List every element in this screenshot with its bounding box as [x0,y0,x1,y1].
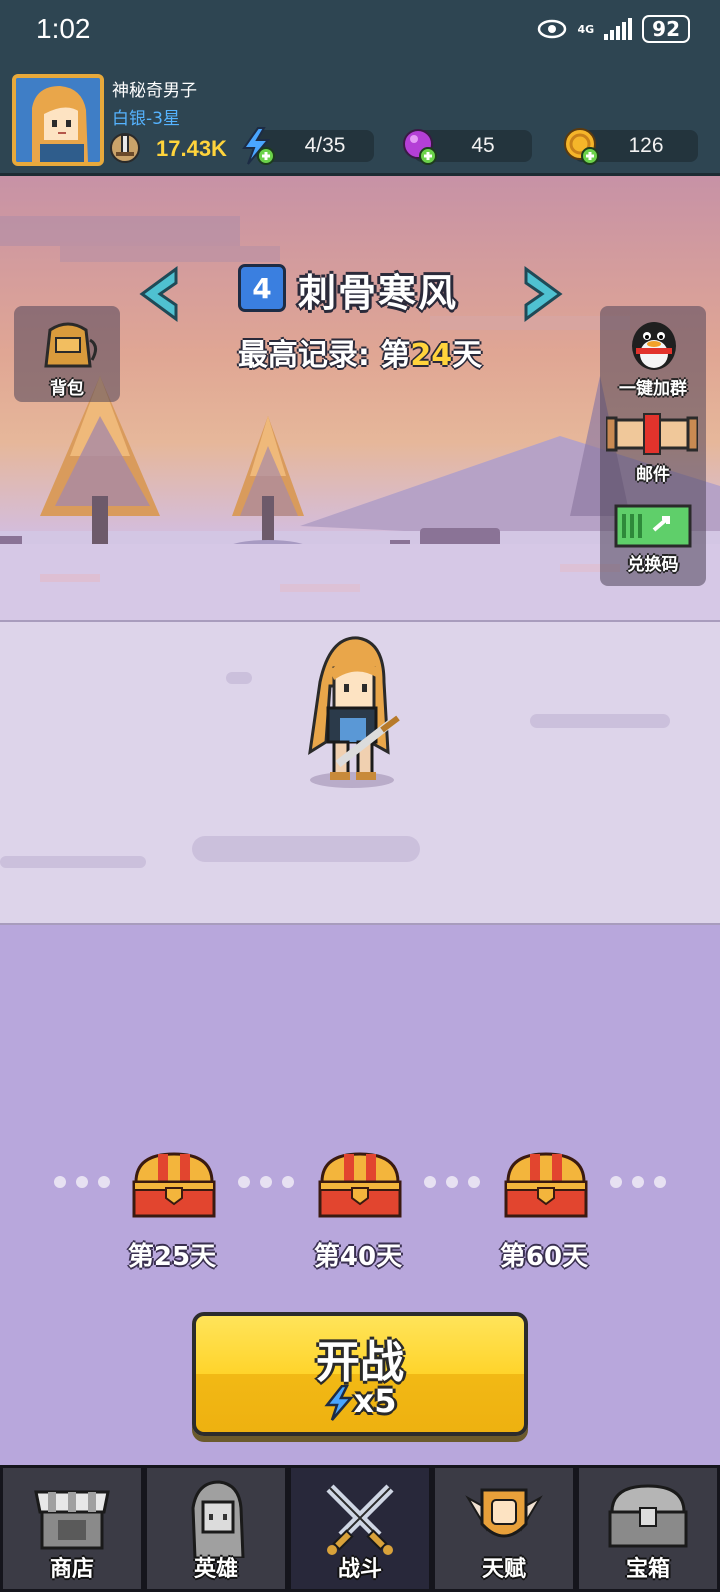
tab-talent[interactable]: 天赋 [432,1465,576,1592]
talent-fist-icon [465,1488,543,1538]
redeem-code-label: 兑换码 [627,555,679,575]
mail-label: 邮件 [636,465,670,485]
next-stage-arrow-icon[interactable] [522,265,566,323]
chest-day-label: 第25天 [127,1242,217,1272]
start-battle-button[interactable]: 开战 x5 [192,1312,528,1436]
coin-value: 126 [628,134,664,157]
tab-talent-label: 天赋 [481,1557,526,1582]
player-avatar[interactable] [12,74,104,166]
mail-scroll-icon [606,413,698,455]
player-header: 神秘奇男子 白银-3星 17.43K 4/35 45 126 [0,58,720,176]
hero-icon [191,1480,245,1558]
tab-shop-label: 商店 [49,1557,94,1582]
battery-indicator: 92 [642,15,690,43]
progress-dots [424,1176,480,1188]
chest-day-label: 第60天 [499,1242,589,1272]
start-battle-cost: x5 [196,1382,524,1421]
battlefield-illustration [0,636,670,868]
crossed-swords-icon [326,1484,394,1555]
energy-icon [323,1384,354,1421]
status-icons: 4G 92 [537,15,690,43]
gem-value: 45 [471,134,495,157]
shop-icon [34,1490,110,1550]
status-time: 1:02 [36,13,91,44]
tab-chest[interactable]: 宝箱 [576,1465,720,1592]
backpack-icon [44,322,97,368]
hero-character [308,636,400,788]
backpack-label: 背包 [50,379,84,399]
player-rank: 白银-3星 [112,109,180,129]
player-name: 神秘奇男子 [112,81,197,101]
reward-chest-icon[interactable] [496,1148,596,1220]
network-type: 4G [577,22,595,36]
mail-button[interactable]: 邮件 [600,410,706,490]
backpack-button[interactable]: 背包 [14,306,120,402]
gem-plus-icon[interactable] [400,126,440,166]
progress-dots [238,1176,294,1188]
chest-icon [608,1484,688,1548]
tab-hero[interactable]: 英雄 [144,1465,288,1592]
redeem-ticket-icon [614,504,692,548]
tab-shop[interactable]: 商店 [0,1465,144,1592]
tab-chest-label: 宝箱 [625,1557,670,1582]
start-battle-label: 开战 [316,1337,404,1388]
battlefield [0,620,720,925]
tab-battle[interactable]: 战斗 [288,1465,432,1592]
progress-dots [54,1176,110,1188]
reward-chest-icon[interactable] [124,1148,224,1220]
stage-name: 刺骨寒风 [298,271,459,315]
redeem-code-button[interactable]: 兑换码 [600,500,706,584]
reward-chest-icon[interactable] [310,1148,410,1220]
energy-value: 4/35 [304,134,346,157]
coin-plus-icon[interactable] [562,126,602,166]
signal-icon [604,18,633,40]
energy-plus-icon[interactable] [238,126,276,166]
chest-day-label: 第40天 [313,1242,403,1272]
record-suffix: 天 [452,338,483,373]
tab-battle-label: 战斗 [337,1557,382,1582]
qq-penguin-icon [632,322,676,370]
power-value: 17.43K [156,136,227,161]
record-day: 24 [410,338,453,373]
previous-stage-arrow-icon[interactable] [136,265,180,323]
join-group-label: 一键加群 [619,379,687,399]
tab-hero-label: 英雄 [193,1557,238,1582]
eye-icon [538,19,567,39]
progress-dots [610,1176,666,1188]
avatar-portrait-icon [16,78,100,162]
stage-number-badge: 4 [238,264,286,312]
power-icon [110,133,140,163]
status-bar: 1:02 4G 92 [0,0,720,58]
energy-cost-value: x5 [353,1382,397,1420]
record-prefix: 最高记录: 第 [237,338,411,373]
join-group-button[interactable]: 一键加群 [600,310,706,400]
bottom-tab-bar: 商店 英雄 战斗 天赋 宝箱 [0,1465,720,1592]
